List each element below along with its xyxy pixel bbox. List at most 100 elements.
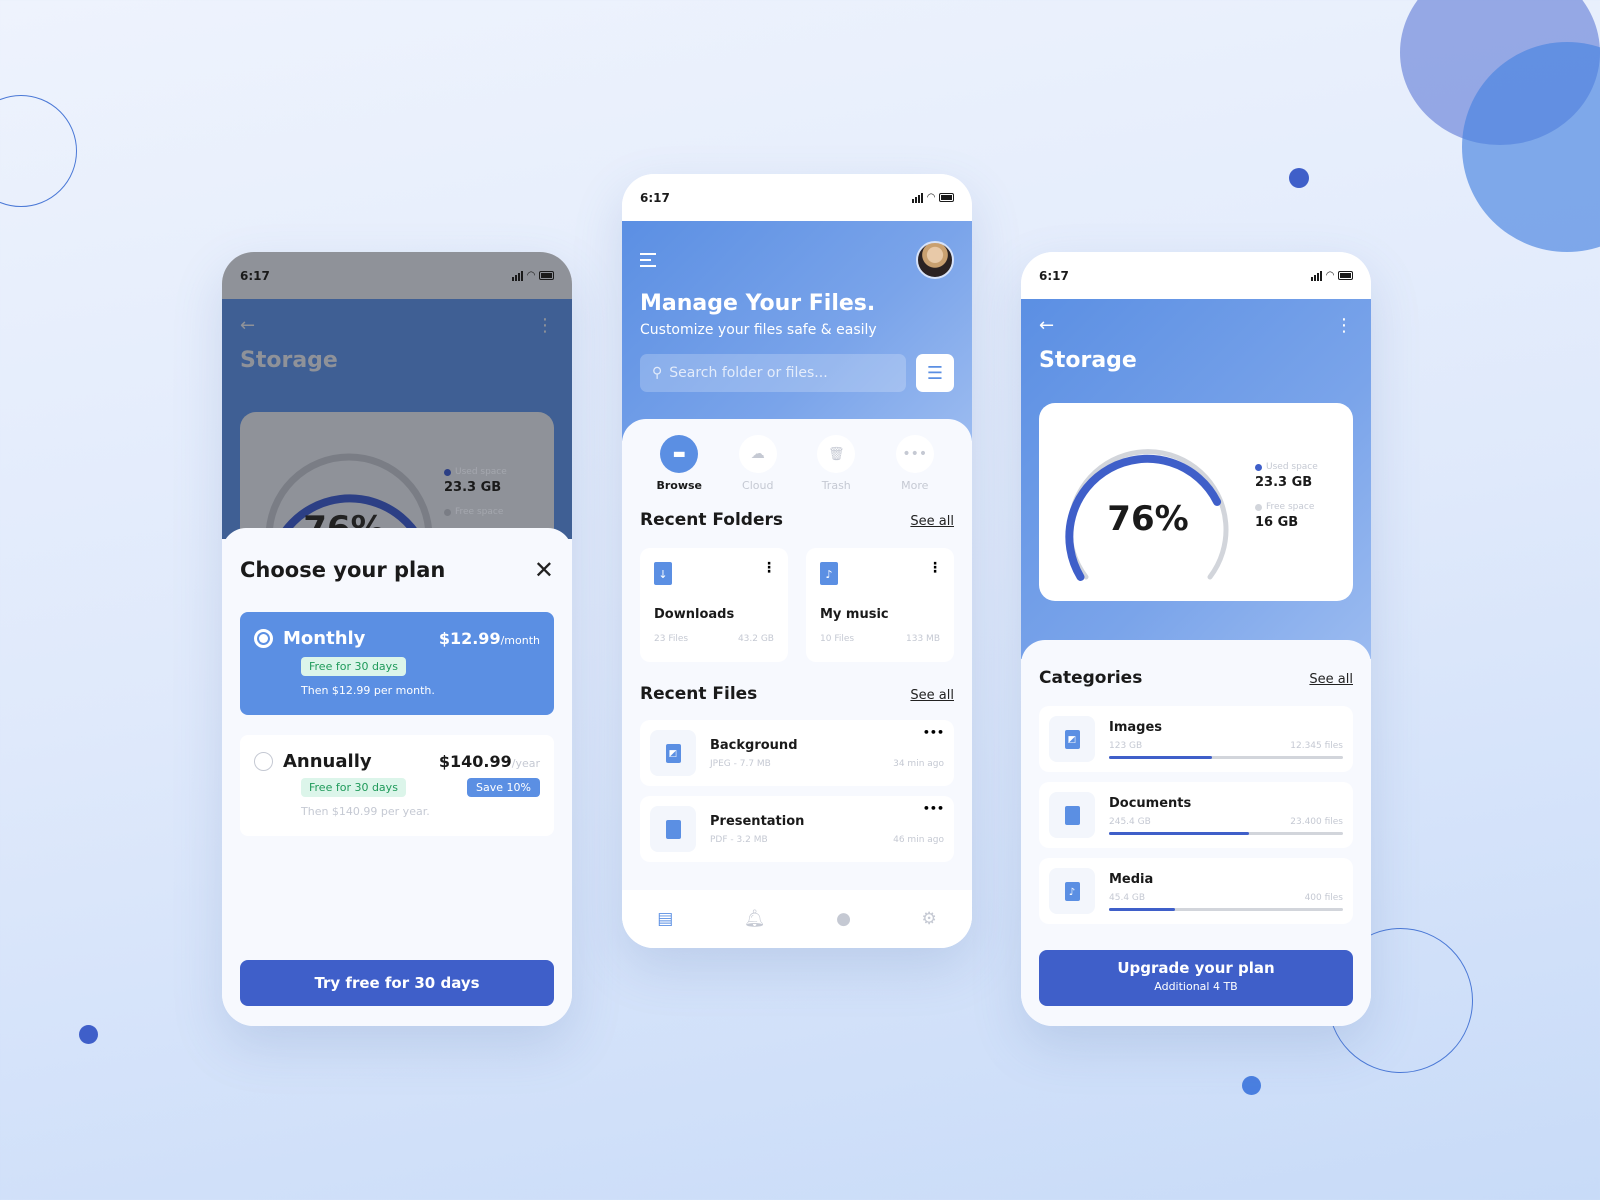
tab-more[interactable]: ••• More: [885, 435, 945, 492]
category-progress-fill: [1109, 907, 1175, 911]
battery-icon: [539, 271, 554, 280]
file-name: Background: [710, 737, 798, 753]
category-name: Images: [1109, 719, 1163, 735]
image-file-icon: ◩: [1064, 729, 1080, 749]
radio-selected[interactable]: [254, 629, 273, 648]
back-arrow-icon[interactable]: ←: [1039, 315, 1054, 336]
gauge-percent: 76%: [1107, 499, 1188, 539]
category-size: 245.4 GB: [1109, 816, 1151, 827]
user-icon[interactable]: ●: [836, 909, 851, 929]
sliders-icon: ☰: [926, 362, 944, 384]
folder-size: 43.2 GB: [737, 634, 774, 644]
page-title: Storage: [240, 348, 338, 373]
more-icon: •••: [895, 435, 934, 473]
see-all-folders-link[interactable]: See all: [910, 514, 954, 529]
avatar[interactable]: [916, 241, 954, 279]
search-input[interactable]: ⚲ Search folder or files...: [640, 354, 906, 392]
wifi-icon: ◠: [527, 270, 535, 281]
category-progress-fill: [1109, 755, 1212, 759]
plan-name: Monthly: [283, 628, 366, 649]
tab-row: ▬ Browse ☁ Cloud 🗑 Trash ••• More: [622, 419, 972, 492]
close-icon[interactable]: ✕: [534, 556, 554, 584]
category-list: ◩ Images 123 GB 12.345 files Documents 245.…: [1021, 706, 1371, 924]
file-row[interactable]: ◩ Background JPEG - 7.7 MB 34 min ago •••: [640, 720, 954, 786]
more-vertical-icon[interactable]: ⋮: [536, 315, 554, 336]
folder-icon: ▬: [660, 435, 699, 473]
header: ← ⋮ Storage 76% Used space 23.3 GB Free …: [1021, 299, 1371, 659]
tab-label: More: [901, 479, 929, 492]
music-file-icon: ♪: [1064, 881, 1080, 901]
file-type: JPEG: [710, 758, 731, 769]
settings-icon[interactable]: ⚙: [921, 909, 936, 929]
see-all-files-link[interactable]: See all: [910, 688, 954, 703]
category-row[interactable]: Documents 245.4 GB 23.400 files: [1039, 782, 1353, 848]
signal-icon: [1311, 270, 1323, 281]
wifi-icon: ◠: [1326, 270, 1334, 281]
dimmed-header: ← ⋮ Storage 76% Used space 23.3 GB Free …: [222, 299, 572, 552]
phone-plan-chooser: 6:17 ◠ ← ⋮ Storage 76% Used space 23.3 G…: [222, 252, 572, 1026]
more-horizontal-icon[interactable]: •••: [923, 726, 944, 739]
bell-icon[interactable]: 🔔︎: [744, 909, 766, 929]
content: ▬ Browse ☁ Cloud 🗑 Trash ••• More Recent Fol…: [622, 419, 972, 948]
header: Manage Your Files. Customize your files …: [622, 221, 972, 441]
tab-cloud[interactable]: ☁ Cloud: [728, 435, 788, 492]
status-bar: 6:17 ◠: [1021, 252, 1371, 299]
plan-note: Then $12.99 per month.: [301, 684, 435, 697]
radio-unselected[interactable]: [254, 752, 273, 771]
file-row[interactable]: Presentation PDF - 3.2 MB 46 min ago •••: [640, 796, 954, 862]
page-subtitle: Customize your files safe & easily: [640, 322, 877, 338]
plan-option-annually[interactable]: Annually $140.99/year Free for 30 days Sa…: [240, 735, 554, 836]
phone-file-manager: 6:17 ◠ Manage Your Files. Customize your…: [622, 174, 972, 948]
folder-grid: ↓ ⋮ Downloads 23 Files 43.2 GB ♪ ⋮ My mus…: [622, 548, 972, 662]
download-file-icon: ↓: [654, 562, 672, 585]
file-size: 3.2 MB: [736, 834, 768, 845]
category-name: Documents: [1109, 795, 1192, 811]
folder-name: My music: [820, 607, 889, 622]
used-value: 23.3 GB: [444, 480, 502, 495]
category-progress: [1109, 755, 1343, 759]
more-horizontal-icon[interactable]: •••: [923, 802, 944, 815]
category-progress: [1109, 831, 1343, 835]
storage-gauge: 76%: [265, 453, 433, 542]
image-file-icon: ◩: [665, 743, 681, 763]
wifi-icon: ◠: [927, 192, 935, 203]
free-dot-icon: [1255, 503, 1262, 511]
content: Categories See all ◩ Images 123 GB 12.345 f…: [1021, 640, 1371, 1026]
plan-price: $140.99: [438, 752, 512, 771]
tab-trash[interactable]: 🗑 Trash: [806, 435, 866, 492]
category-row[interactable]: ◩ Images 123 GB 12.345 files: [1039, 706, 1353, 772]
deco-dot: [79, 1025, 98, 1044]
try-free-button[interactable]: Try free for 30 days: [240, 960, 554, 1006]
status-time: 6:17: [1039, 268, 1069, 283]
menu-icon[interactable]: [640, 253, 656, 267]
upgrade-plan-button[interactable]: Upgrade your plan Additional 4 TB: [1039, 950, 1353, 1006]
deco-dot: [1242, 1076, 1261, 1095]
folder-file-count: 10 Files: [820, 634, 855, 644]
category-size: 123 GB: [1109, 740, 1143, 751]
back-arrow-icon[interactable]: ←: [240, 315, 255, 336]
see-all-categories-link[interactable]: See all: [1309, 672, 1353, 687]
filter-button[interactable]: ☰: [916, 354, 954, 392]
files-icon[interactable]: ▤: [657, 909, 673, 929]
more-vertical-icon[interactable]: ⋮: [928, 560, 942, 576]
battery-icon: [939, 193, 954, 202]
folder-card[interactable]: ↓ ⋮ Downloads 23 Files 43.2 GB: [640, 548, 788, 662]
free-label: Free space: [1266, 502, 1315, 512]
tab-label: Browse: [656, 479, 703, 492]
tab-browse[interactable]: ▬ Browse: [649, 435, 709, 492]
plan-option-monthly[interactable]: Monthly $12.99/month Free for 30 days Th…: [240, 612, 554, 715]
more-vertical-icon[interactable]: ⋮: [1335, 315, 1353, 336]
file-time: 46 min ago: [893, 834, 944, 845]
free-label: Free space: [455, 507, 504, 517]
gauge-card: 76% Used space 23.3 GB Free space 16 GB: [1039, 403, 1353, 601]
more-vertical-icon[interactable]: ⋮: [762, 560, 776, 576]
status-bar: 6:17 ◠: [222, 252, 572, 299]
folder-card[interactable]: ♪ ⋮ My music 10 Files 133 MB: [806, 548, 954, 662]
section-title: Recent Folders: [640, 510, 784, 530]
file-type: PDF: [710, 834, 728, 845]
plan-name: Annually: [283, 751, 372, 772]
category-row[interactable]: ♪ Media 45.4 GB 400 files: [1039, 858, 1353, 924]
free-dot-icon: [444, 508, 451, 516]
section-title: Categories: [1039, 668, 1143, 688]
plan-period: /year: [511, 757, 540, 770]
